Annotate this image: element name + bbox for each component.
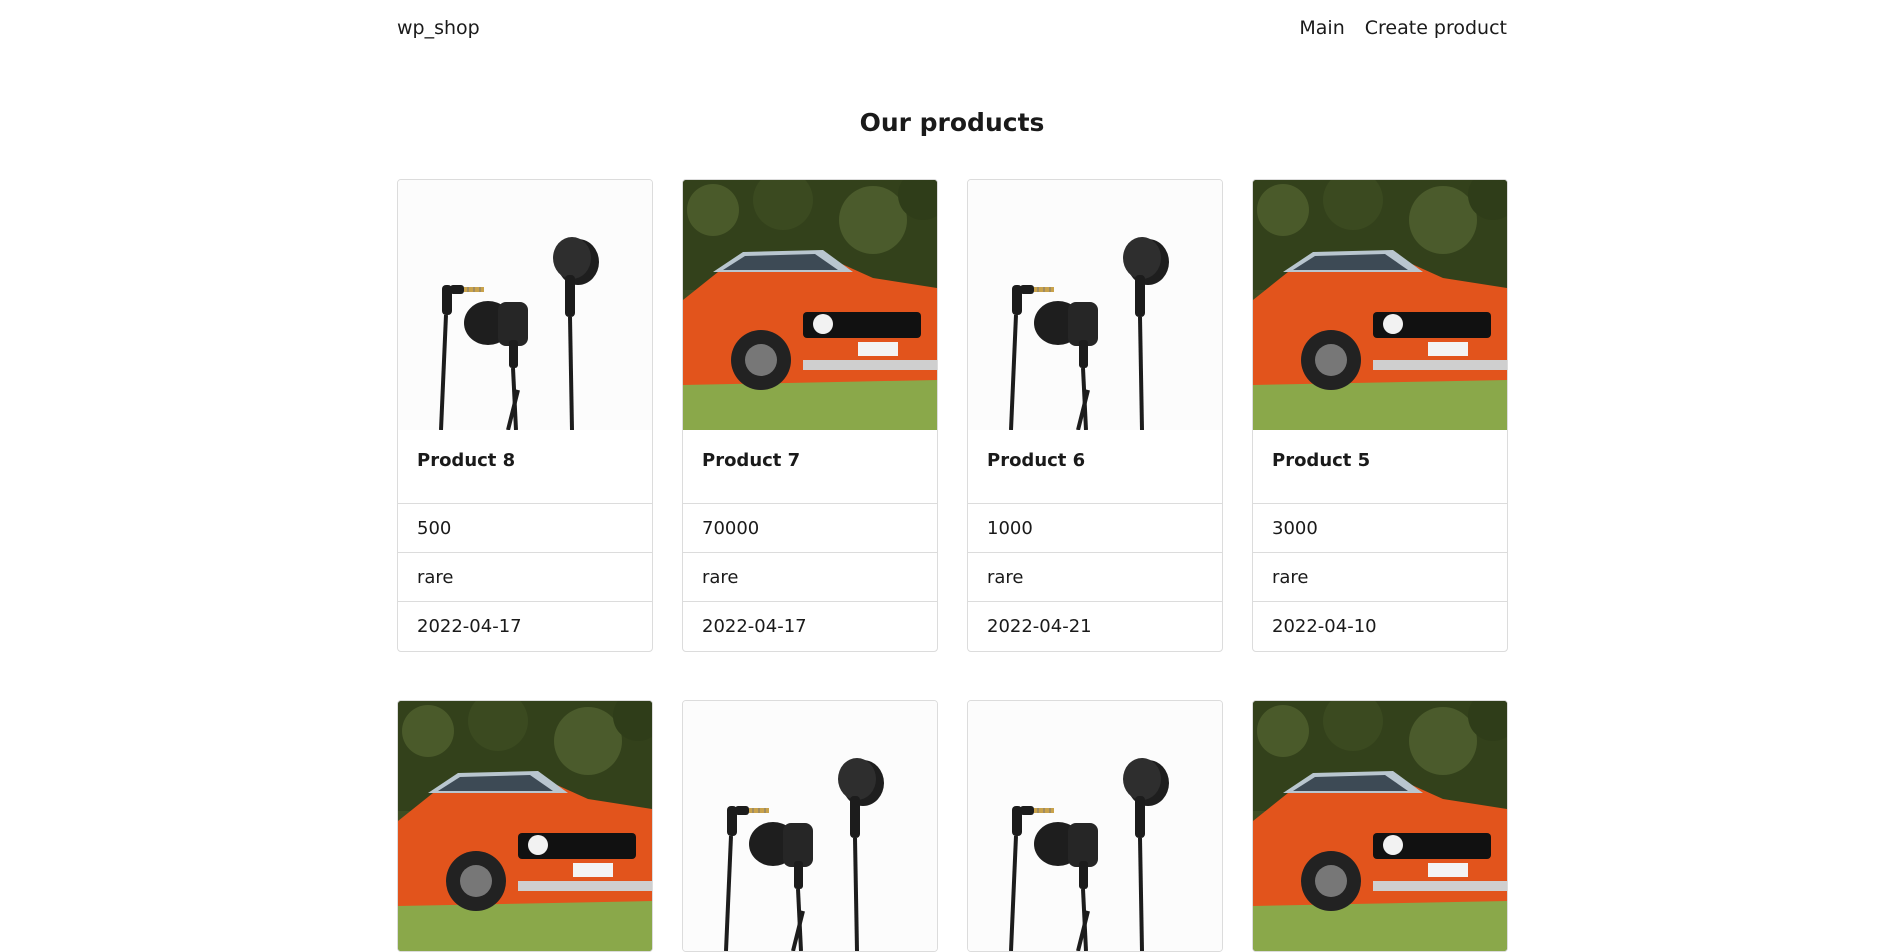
main-nav: Main Create product [1299, 17, 1507, 39]
car-image [1253, 180, 1507, 430]
product-card[interactable] [967, 700, 1223, 952]
earphones-image [398, 180, 652, 430]
product-rarity: rare [398, 553, 652, 602]
product-price: 3000 [1253, 504, 1507, 553]
page-title: Our products [859, 108, 1045, 137]
product-price: 70000 [683, 504, 937, 553]
product-card[interactable] [682, 700, 938, 952]
product-rarity: rare [968, 553, 1222, 602]
product-name: Product 6 [968, 430, 1222, 504]
product-date: 2022-04-17 [702, 616, 807, 637]
product-rarity: rare [683, 553, 937, 602]
product-name: Product 8 [398, 430, 652, 504]
product-name: Product 5 [1253, 430, 1507, 504]
product-card[interactable] [1252, 700, 1508, 952]
brand-link[interactable]: wp_shop [397, 17, 480, 39]
product-grid: Product 8 500 rare 2022-04-17 Product 7 … [397, 179, 1508, 952]
product-price: 500 [398, 504, 652, 553]
nav-main-link[interactable]: Main [1299, 17, 1344, 39]
nav-create-product-link[interactable]: Create product [1365, 17, 1507, 39]
site-header: wp_shop Main Create product [397, 0, 1507, 56]
product-price: 1000 [968, 504, 1222, 553]
earphones-image [968, 701, 1222, 951]
product-date: 2022-04-21 [987, 616, 1092, 637]
product-card[interactable]: Product 6 1000 rare 2022-04-21 [967, 179, 1223, 652]
car-image [1253, 701, 1507, 951]
car-image [398, 701, 652, 951]
page-container: wp_shop Main Create product Our products… [397, 0, 1508, 952]
car-image [683, 180, 937, 430]
product-card[interactable]: Product 5 3000 rare 2022-04-10 [1252, 179, 1508, 652]
product-card[interactable] [397, 700, 653, 952]
product-date: 2022-04-17 [417, 616, 522, 637]
product-rarity: rare [1253, 553, 1507, 602]
product-card[interactable]: Product 8 500 rare 2022-04-17 [397, 179, 653, 652]
product-name: Product 7 [683, 430, 937, 504]
product-date: 2022-04-10 [1272, 616, 1377, 637]
product-card[interactable]: Product 7 70000 rare 2022-04-17 [682, 179, 938, 652]
earphones-image [683, 701, 937, 951]
earphones-image [968, 180, 1222, 430]
